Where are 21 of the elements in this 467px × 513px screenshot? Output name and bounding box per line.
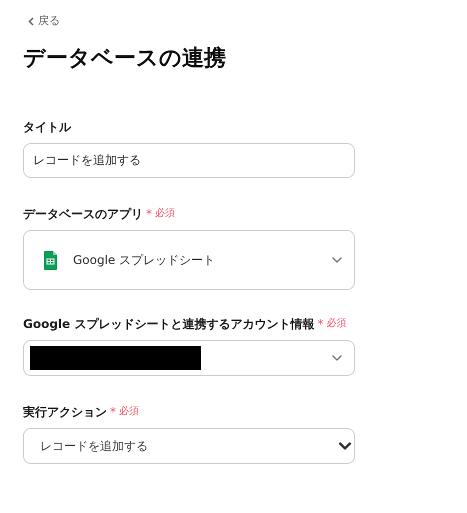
- required-asterisk: *: [110, 404, 116, 420]
- chevron-down-icon: [332, 257, 342, 263]
- page-heading: データベースの連携: [23, 45, 227, 73]
- title-input[interactable]: レコードを追加する: [23, 143, 355, 178]
- spreadsheet-icon: [44, 250, 57, 270]
- chevron-down-icon: [332, 355, 342, 361]
- chevron-left-icon: [28, 16, 34, 26]
- required-label: 必須: [119, 404, 139, 419]
- required-label: 必須: [155, 206, 175, 221]
- action-select[interactable]: レコードを追加する: [23, 428, 355, 464]
- app-select[interactable]: Google スプレッドシート: [23, 230, 355, 290]
- field-label: 実行アクション: [23, 404, 107, 420]
- required-asterisk: *: [317, 316, 324, 332]
- account-select[interactable]: [23, 340, 355, 376]
- back-link[interactable]: 戻る: [28, 12, 444, 30]
- field-label: Google スプレッドシートと連携するアカウント情報: [23, 316, 314, 332]
- field-label: タイトル: [23, 118, 71, 136]
- chevron-down-icon: [339, 442, 351, 450]
- required-label: 必須: [326, 316, 346, 331]
- required-asterisk: *: [146, 206, 152, 222]
- field-label: データベースのアプリ: [23, 206, 143, 222]
